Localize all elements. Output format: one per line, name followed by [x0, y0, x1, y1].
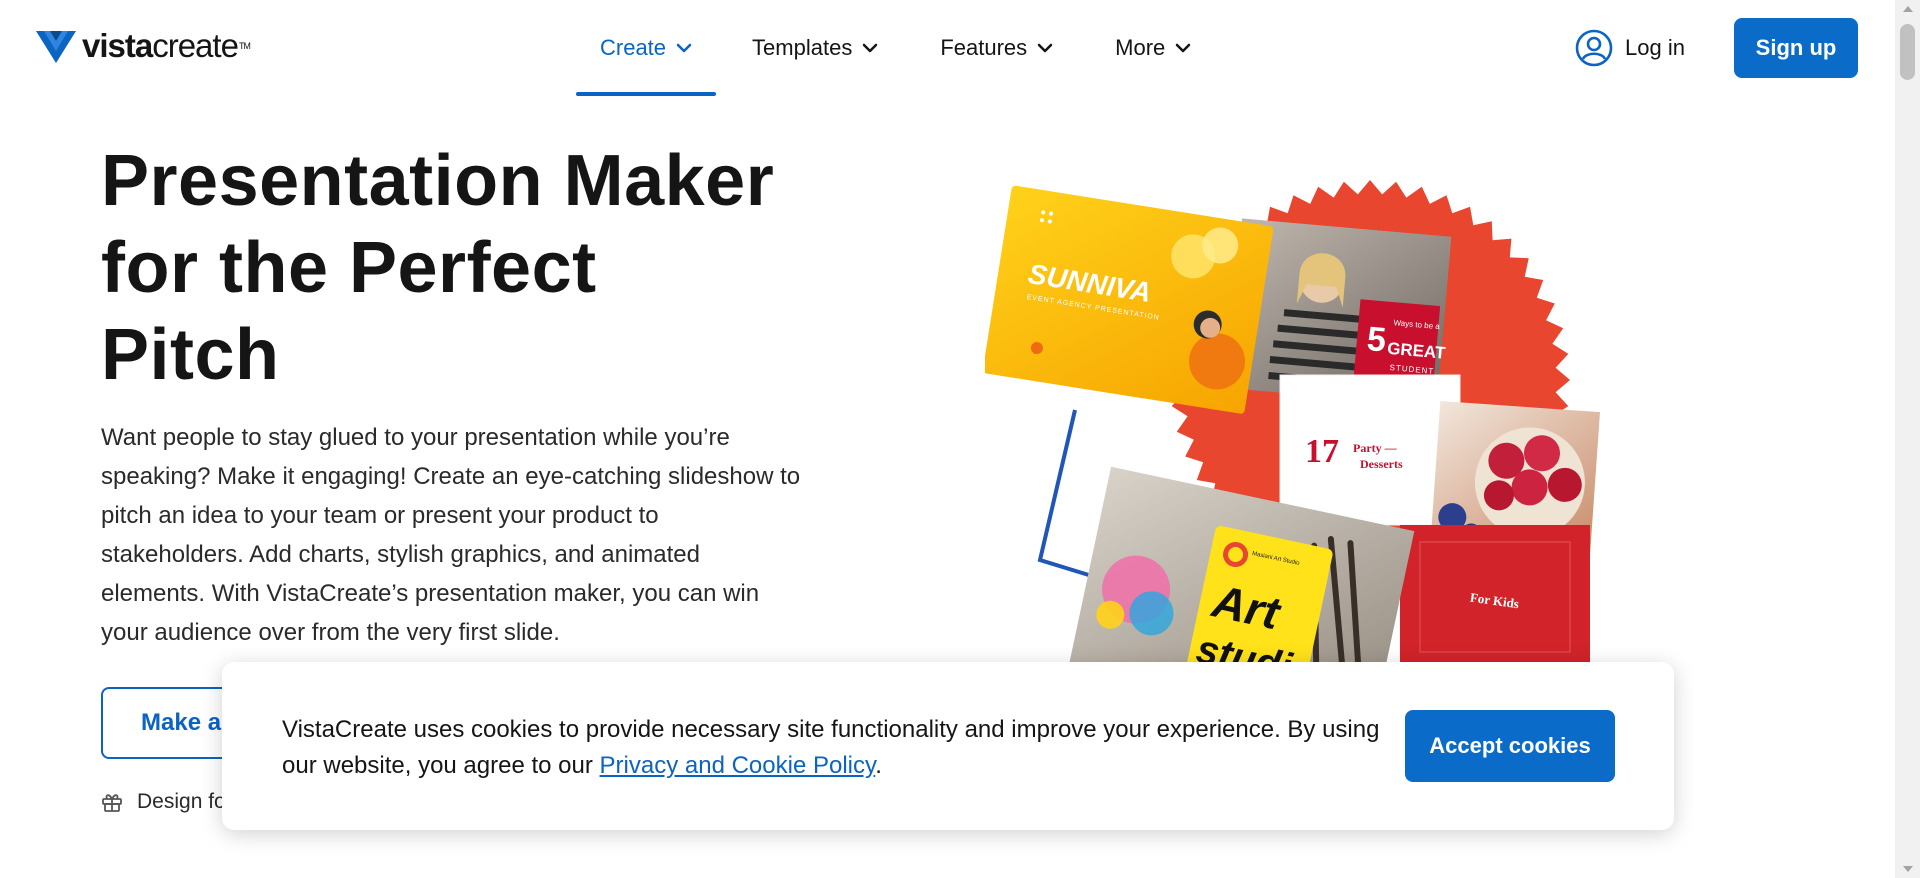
student-card-number: 5 [1365, 320, 1387, 360]
user-icon [1575, 29, 1613, 67]
vistacreate-logo-mark-icon [36, 31, 76, 63]
nav-create-label: Create [600, 35, 667, 60]
collage-artwork: 5 Ways to be a GREAT STUDENT 17 Party — … [985, 180, 1600, 700]
login-link[interactable]: Log in [1575, 28, 1685, 68]
cookie-banner: VistaCreate uses cookies to provide nece… [222, 662, 1674, 830]
party-card-text-2: Desserts [1360, 457, 1403, 471]
accept-cookies-button[interactable]: Accept cookies [1405, 710, 1615, 782]
nav-templates[interactable]: Templates [728, 0, 902, 96]
gift-icon [102, 794, 122, 812]
hero-description: Want people to stay glued to your presen… [101, 424, 801, 646]
logo-wordmark: vistacreateTM [82, 27, 251, 64]
scroll-down-arrow-icon[interactable] [1903, 866, 1913, 872]
scroll-up-arrow-icon[interactable] [1903, 6, 1913, 12]
cookie-message-end: . [875, 752, 882, 779]
page-title-line-1: Presentation Maker [101, 141, 775, 221]
chevron-down-icon [1037, 43, 1053, 53]
party-card-text-1: Party — [1353, 441, 1398, 455]
main-nav: Create Templates Features More [576, 0, 1215, 96]
scrollbar-thumb[interactable] [1900, 24, 1915, 80]
signup-button[interactable]: Sign up [1734, 18, 1858, 78]
page-title-line-2: for the Perfect [101, 228, 597, 308]
nav-more[interactable]: More [1091, 0, 1215, 96]
site-header: vistacreateTM Create Templates Features … [0, 0, 1895, 96]
party-card-number: 17 [1305, 433, 1339, 470]
free-note-label: Design fo [137, 790, 226, 813]
privacy-policy-link[interactable]: Privacy and Cookie Policy [600, 752, 876, 779]
chevron-down-icon [1176, 43, 1191, 53]
page-title: Presentation Maker for the Perfect Pitch [101, 138, 861, 399]
page-title-line-3: Pitch [101, 315, 280, 395]
free-note: Design fo [101, 790, 226, 814]
chevron-down-icon [863, 43, 878, 53]
login-label: Log in [1625, 35, 1685, 60]
vistacreate-logo[interactable]: vistacreateTM [36, 27, 251, 64]
sunniva-card: SUNNIVA EVENT AGENCY PRESENTATION [985, 185, 1274, 414]
nav-more-label: More [1115, 35, 1166, 60]
nav-features-label: Features [940, 35, 1028, 60]
chevron-down-icon [676, 43, 692, 53]
page-scrollbar[interactable] [1895, 0, 1920, 878]
presentation-templates-collage: 5 Ways to be a GREAT STUDENT 17 Party — … [985, 180, 1635, 700]
party-desserts-card: 17 Party — Desserts [1279, 374, 1461, 526]
nav-create[interactable]: Create [576, 0, 717, 96]
cookie-message: VistaCreate uses cookies to provide nece… [282, 712, 1392, 784]
nav-features[interactable]: Features [916, 0, 1077, 96]
nav-templates-label: Templates [752, 35, 853, 60]
